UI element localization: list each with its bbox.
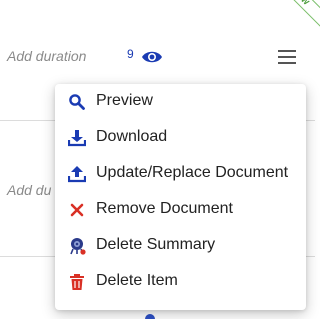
menu-item-delete-summary[interactable]: Delete Summary xyxy=(55,228,306,264)
menu-item-delete-item[interactable]: Delete Item xyxy=(55,264,306,300)
menu-item-label: Remove Document xyxy=(96,200,233,217)
menu-item-label: Delete Item xyxy=(96,272,178,289)
menu-item-remove-document[interactable]: Remove Document xyxy=(55,192,306,228)
row-menu-button[interactable] xyxy=(277,49,297,65)
status-indicator xyxy=(145,314,155,319)
menu-item-label: Preview xyxy=(96,92,153,109)
new-badge-label: NEW xyxy=(263,0,320,35)
new-badge: NEW xyxy=(253,0,320,45)
menu-item-preview[interactable]: Preview xyxy=(55,84,306,120)
upload-icon xyxy=(68,166,86,183)
menu-item-label: Update/Replace Document xyxy=(96,164,289,181)
robot-icon xyxy=(70,238,86,255)
download-icon xyxy=(68,130,86,147)
close-icon xyxy=(70,203,84,217)
eye-icon[interactable] xyxy=(141,50,163,64)
menu-item-download[interactable]: Download xyxy=(55,120,306,156)
trash-icon xyxy=(70,274,84,290)
duration-placeholder[interactable]: Add du xyxy=(7,182,51,198)
menu-item-label: Download xyxy=(96,128,168,145)
duration-placeholder[interactable]: Add duration xyxy=(7,48,86,64)
menu-item-label: Delete Summary xyxy=(96,236,216,253)
view-count: 9 xyxy=(127,47,134,61)
search-icon xyxy=(69,94,85,110)
row-actions-menu: Preview Download Update/Replace Document… xyxy=(55,84,306,310)
menu-item-update-replace[interactable]: Update/Replace Document xyxy=(55,156,306,192)
